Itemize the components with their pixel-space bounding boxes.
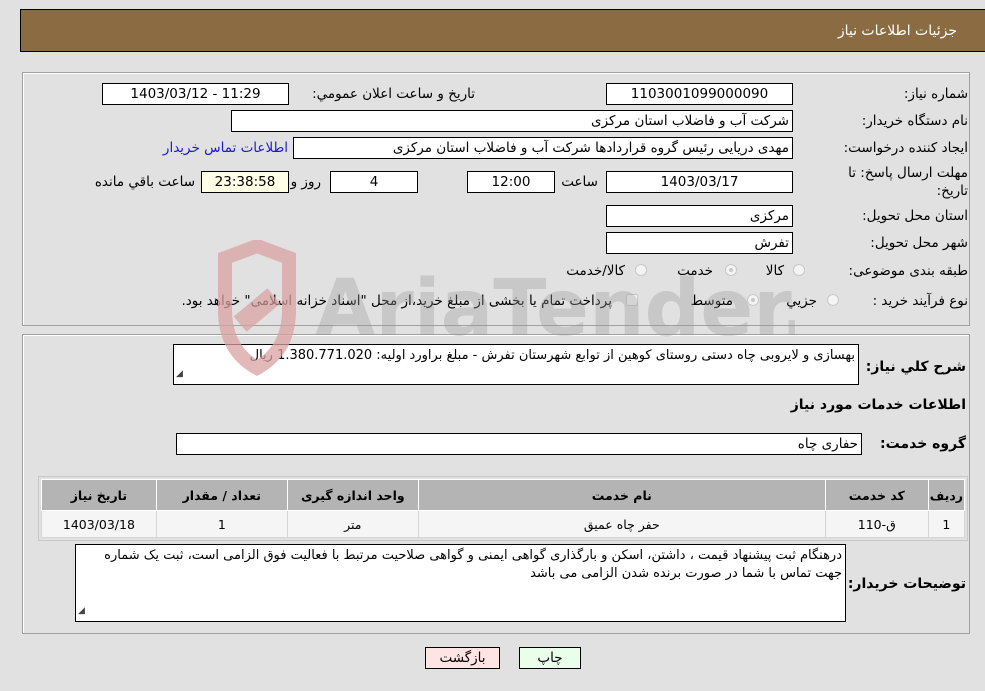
need-number-label: شماره نیاز: [903,86,968,102]
buyer-notes-textarea[interactable]: درهنگام ثبت پیشنهاد قیمت ، داشتن، اسکن و… [75,544,846,622]
deadline-date-field[interactable]: 1403/03/17 [606,171,793,193]
buyer-org-label: نام دستگاه خریدار: [861,113,968,129]
services-table-wrapper: ردیف کد خدمت نام خدمت واحد اندازه گیری ت… [38,476,968,541]
process-option-minor: جزيي [786,293,817,309]
announce-datetime-field[interactable]: 1403/03/12 - 11:29 [102,83,289,105]
process-type-label: نوع فرآیند خرید : [872,293,968,309]
category-option-goods-service: کالا/خدمت [566,263,625,279]
treasury-checkbox[interactable] [626,294,638,306]
deadline-time-field[interactable]: 12:00 [467,171,555,193]
description-text: بهسازی و لایروبی چاه دستی روستای کوهین ا… [249,348,855,363]
column-header-row-number: ردیف [927,479,966,511]
cell-quantity: 1 [155,510,288,538]
deadline-label: مهلت ارسال پاسخ: تا تاریخ: [848,165,968,199]
days-label: روز و [290,174,321,190]
resize-handle-icon[interactable]: ◢ [176,366,183,383]
services-table: ردیف کد خدمت نام خدمت واحد اندازه گیری ت… [41,479,966,538]
creator-label: ایجاد کننده درخواست: [843,140,968,156]
category-radio-goods[interactable] [793,264,805,276]
category-option-goods: کالا [765,263,784,279]
cell-unit: متر [286,510,419,538]
announce-datetime-label: تاریخ و ساعت اعلان عمومي: [312,86,475,102]
treasury-note: پرداخت تمام یا بخشی از مبلغ خرید،از محل … [181,293,612,309]
remaining-time-label: ساعت باقي مانده [94,174,195,190]
column-header-service-name: نام خدمت [417,479,826,511]
creator-field[interactable]: مهدی دریایی رئیس گروه قراردادها شرکت آب … [293,137,793,159]
buyer-contact-link[interactable]: اطلاعات تماس خریدار [163,140,288,156]
table-header-row: ردیف کد خدمت نام خدمت واحد اندازه گیری ت… [41,479,966,511]
process-option-medium: متوسط [690,293,733,309]
cell-service-name: حفر چاه عمیق [417,510,826,538]
column-header-unit: واحد اندازه گیری [286,479,419,511]
resize-handle-icon[interactable]: ◢ [78,602,85,620]
table-row: 1 ق-110 حفر چاه عمیق متر 1 1403/03/18 [41,510,966,538]
cell-service-code: ق-110 [824,510,929,538]
service-group-field[interactable]: حفاری چاه [176,433,862,455]
description-textarea[interactable]: بهسازی و لایروبی چاه دستی روستای کوهین ا… [173,344,859,385]
days-remaining-field[interactable]: 4 [330,171,418,193]
category-option-service: خدمت [677,263,713,279]
print-button[interactable]: چاپ [519,647,581,669]
back-button[interactable]: بازگشت [425,647,500,669]
buyer-org-field[interactable]: شرکت آب و فاضلاب استان مرکزی [231,110,793,132]
page-header: جزئیات اطلاعات نیاز [20,9,985,52]
cell-row-number: 1 [927,510,966,538]
city-label: شهر محل تحویل: [870,235,968,251]
buyer-notes-text: درهنگام ثبت پیشنهاد قیمت ، داشتن، اسکن و… [104,548,842,581]
column-header-service-code: کد خدمت [824,479,929,511]
page-title: جزئیات اطلاعات نیاز [837,23,957,39]
column-header-quantity: تعداد / مقدار [155,479,288,511]
column-header-need-date: تاریخ نیاز [41,479,157,511]
category-label: طبقه بندی موضوعی: [848,263,968,279]
province-label: استان محل تحویل: [862,208,968,224]
service-group-label: گروه خدمت: [880,436,966,452]
category-radio-service[interactable] [725,264,737,276]
services-section-title: اطلاعات خدمات مورد نیاز [790,397,966,413]
cell-need-date: 1403/03/18 [41,510,157,538]
province-field[interactable]: مرکزی [606,205,793,227]
description-label: شرح كلي نياز: [865,359,966,375]
category-radio-goods-service[interactable] [635,264,647,276]
remaining-time-field: 23:38:58 [201,171,289,193]
need-number-field[interactable]: 1103001099000090 [606,83,793,105]
city-field[interactable]: تفرش [606,232,793,254]
process-radio-minor[interactable] [827,294,839,306]
buyer-notes-label: توضیحات خریدار: [847,576,966,592]
deadline-time-label: ساعت [561,174,598,190]
process-radio-medium[interactable] [747,294,759,306]
